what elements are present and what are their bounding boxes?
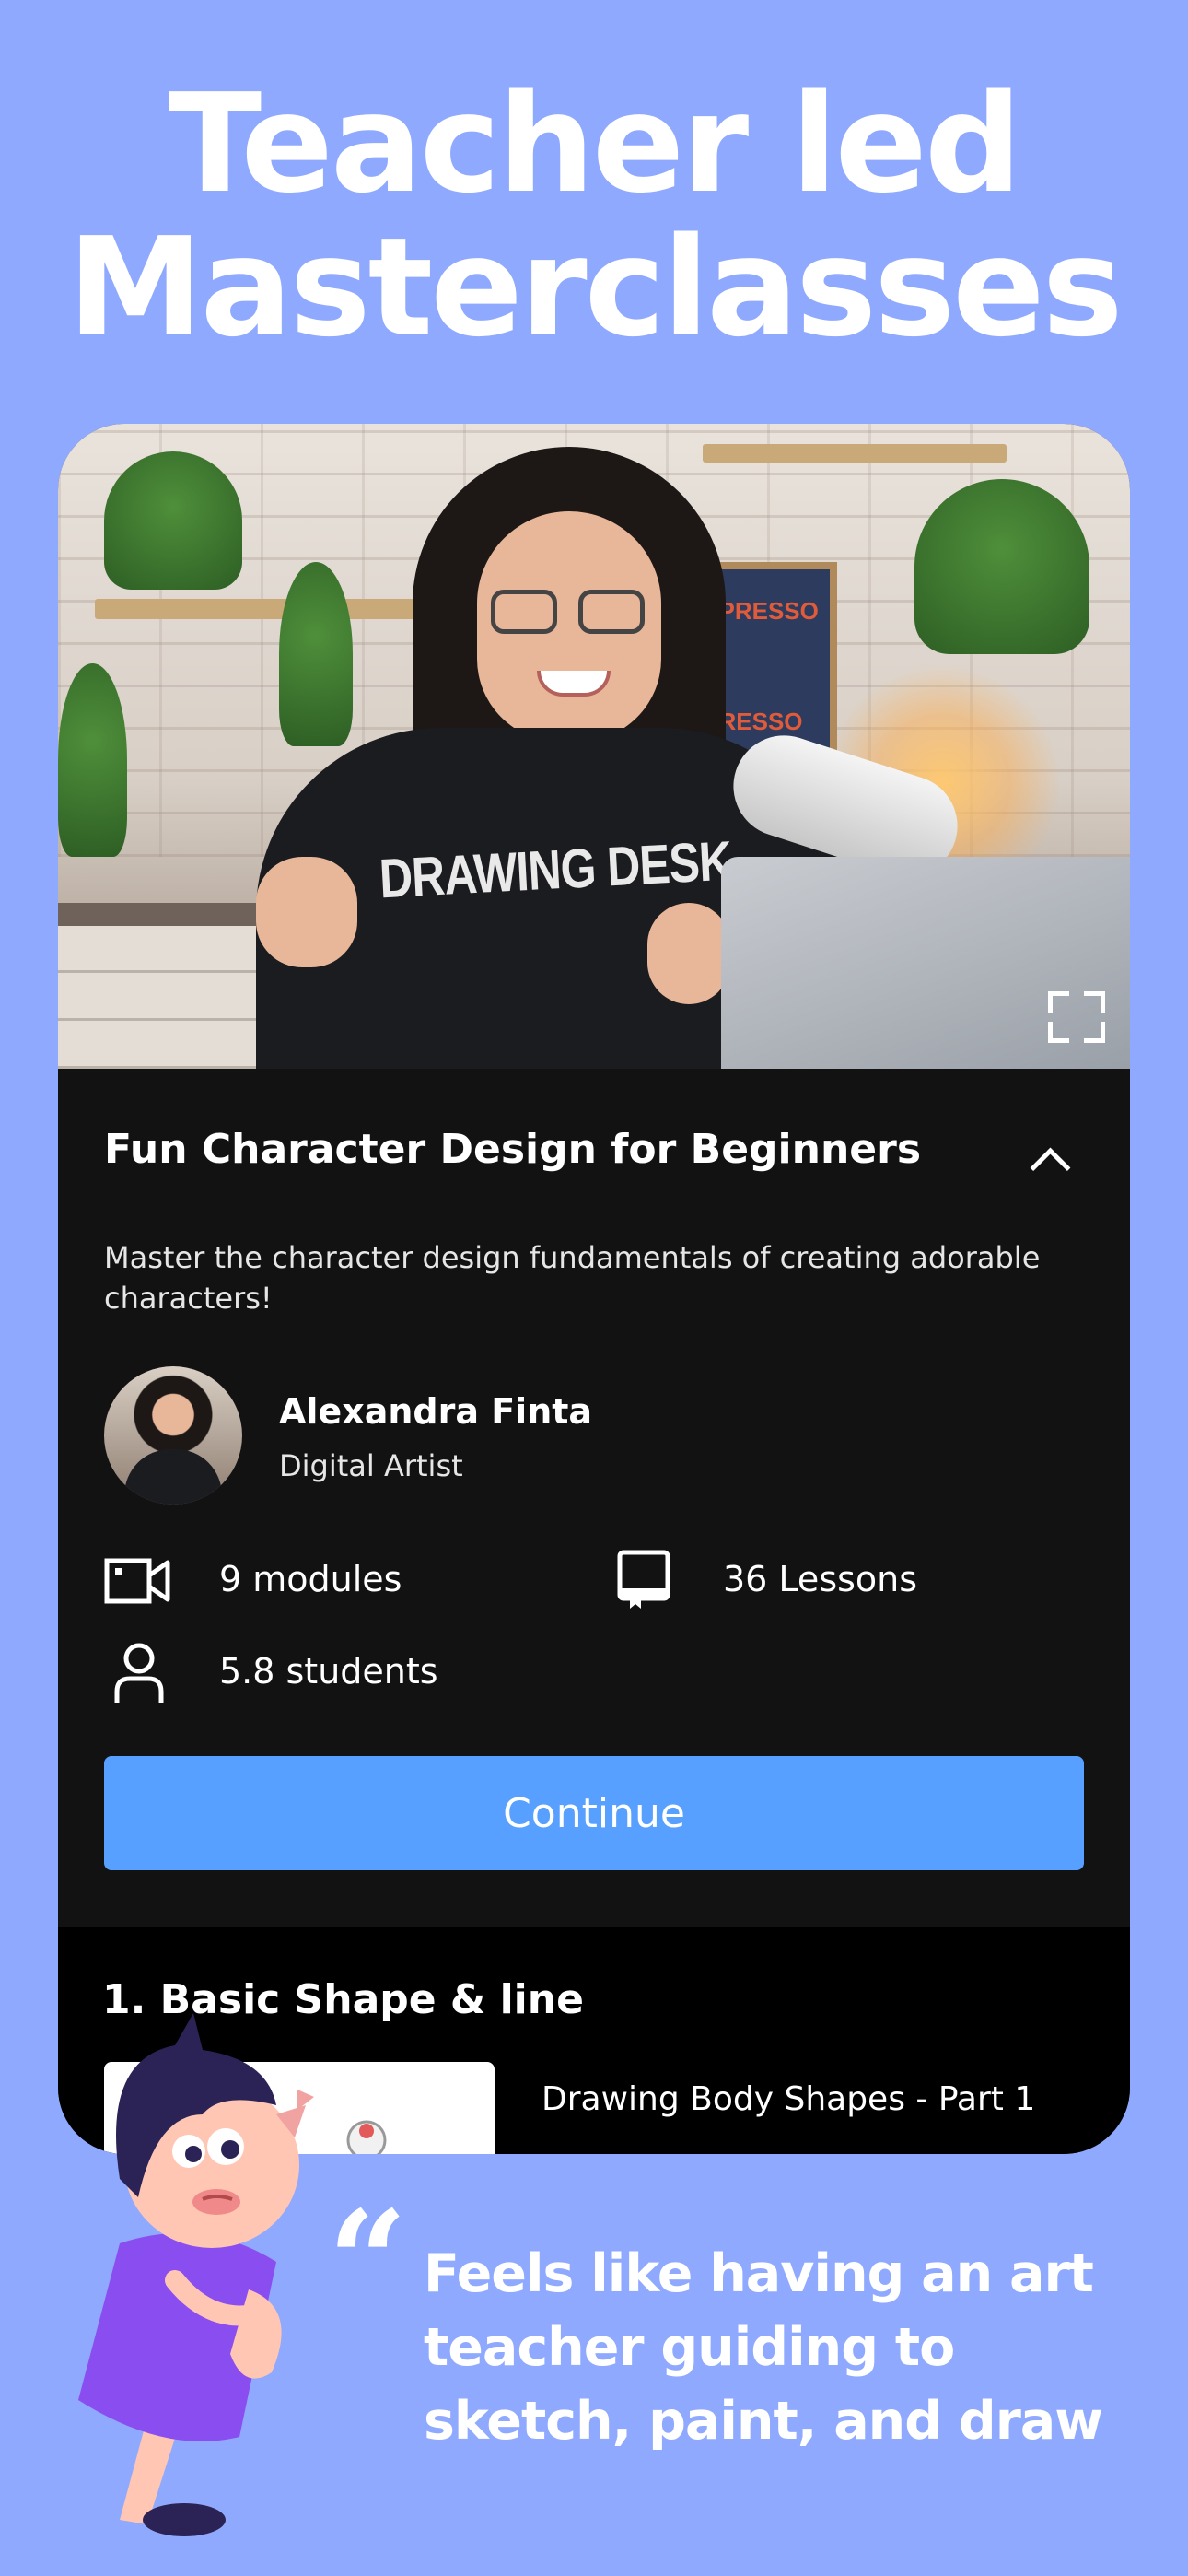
headline: Teacher led Masterclasses — [0, 72, 1188, 359]
course-video[interactable]: SPRESSO RESSO DRAWING DESK — [58, 424, 1130, 1069]
mascot-character — [78, 2013, 306, 2536]
left-hand — [256, 857, 357, 967]
continue-button[interactable]: Continue — [104, 1756, 1084, 1870]
course-title: Fun Character Design for Beginners — [104, 1126, 922, 1173]
chevron-up-icon[interactable] — [1030, 1147, 1071, 1188]
testimonial-line-1: Feels like having an art — [424, 2243, 1094, 2304]
testimonial-quote: Feels like having an art teacher guiding… — [424, 2237, 1160, 2458]
right-hand — [647, 903, 730, 1004]
fullscreen-icon[interactable] — [1048, 991, 1105, 1043]
students-count: 5.8 students — [219, 1651, 438, 1692]
plant-desk-left — [58, 663, 127, 857]
plant-left — [104, 451, 242, 590]
plant-hanging — [279, 562, 353, 746]
instructor-name: Alexandra Finta — [279, 1391, 593, 1432]
headline-line-2: Masterclasses — [67, 208, 1123, 367]
avatar — [104, 1366, 242, 1505]
quote-mark: “ — [328, 2181, 408, 2343]
course-description: Master the character design fundamentals… — [104, 1240, 1041, 1316]
lessons-count: 36 Lessons — [723, 1559, 918, 1599]
lesson-title[interactable]: Drawing Body Shapes - Part 1 — [542, 2080, 1035, 2118]
testimonial-line-2: teacher guiding to — [424, 2317, 955, 2378]
course-card: SPRESSO RESSO DRAWING DESK Fun Character… — [58, 424, 1130, 2154]
video-camera-icon — [104, 1558, 170, 1604]
headline-line-1: Teacher led — [169, 64, 1022, 223]
instructor-role: Digital Artist — [279, 1448, 463, 1483]
plant-right — [914, 479, 1089, 654]
glasses — [491, 590, 647, 634]
right-shelf — [703, 444, 1007, 463]
testimonial-line-3: sketch, paint, and draw — [424, 2391, 1103, 2452]
modules-count: 9 modules — [219, 1559, 402, 1599]
book-icon — [617, 1550, 670, 1609]
person-icon — [114, 1643, 164, 1703]
